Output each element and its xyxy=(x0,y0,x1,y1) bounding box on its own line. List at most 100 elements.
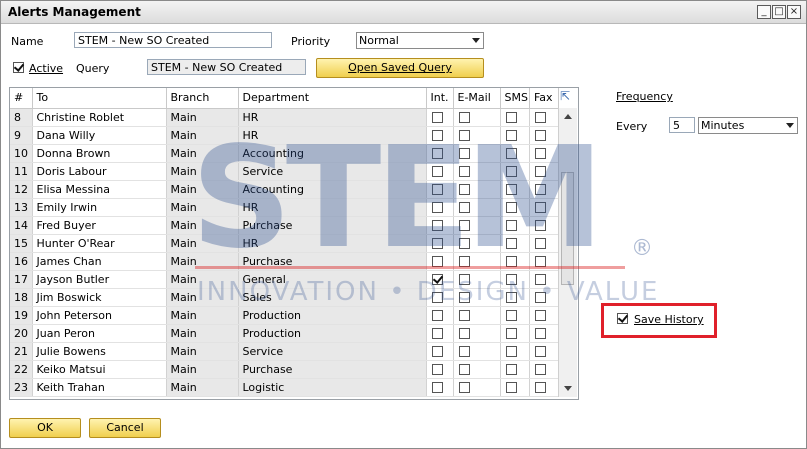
table-row[interactable]: 16 James Chan Main Purchase xyxy=(10,252,559,271)
table-row[interactable]: 18 Jim Boswick Main Sales xyxy=(10,288,559,307)
email-checkbox[interactable] xyxy=(458,201,470,213)
email-checkbox[interactable] xyxy=(458,165,470,177)
sms-checkbox[interactable] xyxy=(505,111,517,123)
table-row[interactable]: 14 Fred Buyer Main Purchase xyxy=(10,216,559,235)
email-checkbox[interactable] xyxy=(458,129,470,141)
email-checkbox[interactable] xyxy=(458,381,470,393)
sms-checkbox[interactable] xyxy=(505,309,517,321)
email-checkbox[interactable] xyxy=(458,219,470,231)
sms-checkbox[interactable] xyxy=(505,291,517,303)
cancel-button[interactable]: Cancel xyxy=(89,418,161,438)
int-checkbox[interactable] xyxy=(431,327,443,339)
sms-checkbox[interactable] xyxy=(505,237,517,249)
fax-checkbox[interactable] xyxy=(534,291,546,303)
ok-button[interactable]: OK xyxy=(9,418,81,438)
col-header-fax[interactable]: Fax xyxy=(529,88,559,109)
fax-checkbox[interactable] xyxy=(534,363,546,375)
email-checkbox[interactable] xyxy=(458,273,470,285)
int-checkbox[interactable] xyxy=(431,219,443,231)
int-checkbox[interactable] xyxy=(431,147,443,159)
fax-checkbox[interactable] xyxy=(534,129,546,141)
fax-checkbox[interactable] xyxy=(534,309,546,321)
sms-checkbox[interactable] xyxy=(505,363,517,375)
sms-checkbox[interactable] xyxy=(505,165,517,177)
table-row[interactable]: 19 John Peterson Main Production xyxy=(10,306,559,325)
table-row[interactable]: 10 Donna Brown Main Accounting xyxy=(10,144,559,163)
col-header-department[interactable]: Department xyxy=(238,88,427,109)
int-checkbox[interactable] xyxy=(431,237,443,249)
email-checkbox[interactable] xyxy=(458,183,470,195)
col-header-branch[interactable]: Branch xyxy=(166,88,239,109)
int-checkbox[interactable] xyxy=(431,291,443,303)
email-checkbox[interactable] xyxy=(458,291,470,303)
scroll-up-icon[interactable] xyxy=(564,114,572,119)
email-checkbox[interactable] xyxy=(458,363,470,375)
open-saved-query-button[interactable]: Open Saved Query xyxy=(316,58,484,78)
email-checkbox[interactable] xyxy=(458,327,470,339)
active-checkbox[interactable] xyxy=(13,62,24,73)
table-row[interactable]: 12 Elisa Messina Main Accounting xyxy=(10,180,559,199)
table-row[interactable]: 9 Dana Willy Main HR xyxy=(10,126,559,145)
fax-checkbox[interactable] xyxy=(534,165,546,177)
table-row[interactable]: 8 Christine Roblet Main HR xyxy=(10,108,559,127)
fax-checkbox[interactable] xyxy=(534,147,546,159)
maximize-icon[interactable]: □ xyxy=(772,5,786,19)
grid-scrollbar[interactable] xyxy=(558,108,577,397)
sms-checkbox[interactable] xyxy=(505,255,517,267)
sms-checkbox[interactable] xyxy=(505,201,517,213)
fax-checkbox[interactable] xyxy=(534,201,546,213)
table-row[interactable]: 22 Keiko Matsui Main Purchase xyxy=(10,360,559,379)
sms-checkbox[interactable] xyxy=(505,147,517,159)
int-checkbox[interactable] xyxy=(431,363,443,375)
int-checkbox[interactable] xyxy=(431,165,443,177)
int-checkbox[interactable] xyxy=(431,345,443,357)
close-icon[interactable]: × xyxy=(787,5,801,19)
table-row[interactable]: 17 Jayson Butler Main General xyxy=(10,270,559,289)
col-header-num[interactable]: # xyxy=(10,88,33,109)
email-checkbox[interactable] xyxy=(458,237,470,249)
table-row[interactable]: 23 Keith Trahan Main Logistic xyxy=(10,378,559,397)
fax-checkbox[interactable] xyxy=(534,255,546,267)
int-checkbox[interactable] xyxy=(431,183,443,195)
sms-checkbox[interactable] xyxy=(505,219,517,231)
table-row[interactable]: 20 Juan Peron Main Production xyxy=(10,324,559,343)
expand-icon[interactable]: ⇱ xyxy=(560,90,572,102)
sms-checkbox[interactable] xyxy=(505,327,517,339)
scrollbar-thumb[interactable] xyxy=(561,172,574,285)
fax-checkbox[interactable] xyxy=(534,327,546,339)
fax-checkbox[interactable] xyxy=(534,237,546,249)
frequency-unit-select[interactable]: Minutes xyxy=(698,117,798,134)
int-checkbox[interactable] xyxy=(431,309,443,321)
table-row[interactable]: 21 Julie Bowens Main Service xyxy=(10,342,559,361)
table-row[interactable]: 13 Emily Irwin Main HR xyxy=(10,198,559,217)
int-checkbox[interactable] xyxy=(431,381,443,393)
fax-checkbox[interactable] xyxy=(534,345,546,357)
sms-checkbox[interactable] xyxy=(505,183,517,195)
int-checkbox[interactable] xyxy=(431,273,443,285)
email-checkbox[interactable] xyxy=(458,147,470,159)
int-checkbox[interactable] xyxy=(431,111,443,123)
int-checkbox[interactable] xyxy=(431,255,443,267)
int-checkbox[interactable] xyxy=(431,129,443,141)
every-input[interactable]: 5 xyxy=(669,117,695,133)
fax-checkbox[interactable] xyxy=(534,381,546,393)
save-history-checkbox[interactable] xyxy=(617,313,628,324)
table-row[interactable]: 15 Hunter O'Rear Main HR xyxy=(10,234,559,253)
sms-checkbox[interactable] xyxy=(505,345,517,357)
sms-checkbox[interactable] xyxy=(505,129,517,141)
email-checkbox[interactable] xyxy=(458,111,470,123)
sms-checkbox[interactable] xyxy=(505,273,517,285)
col-header-email[interactable]: E-Mail xyxy=(453,88,501,109)
fax-checkbox[interactable] xyxy=(534,111,546,123)
scroll-down-icon[interactable] xyxy=(564,386,572,391)
priority-select[interactable]: Normal xyxy=(356,32,484,49)
email-checkbox[interactable] xyxy=(458,255,470,267)
col-header-to[interactable]: To xyxy=(32,88,167,109)
name-input[interactable]: STEM - New SO Created xyxy=(74,32,272,48)
col-header-int[interactable]: Int. xyxy=(426,88,454,109)
sms-checkbox[interactable] xyxy=(505,381,517,393)
fax-checkbox[interactable] xyxy=(534,273,546,285)
fax-checkbox[interactable] xyxy=(534,219,546,231)
fax-checkbox[interactable] xyxy=(534,183,546,195)
col-header-sms[interactable]: SMS xyxy=(500,88,530,109)
